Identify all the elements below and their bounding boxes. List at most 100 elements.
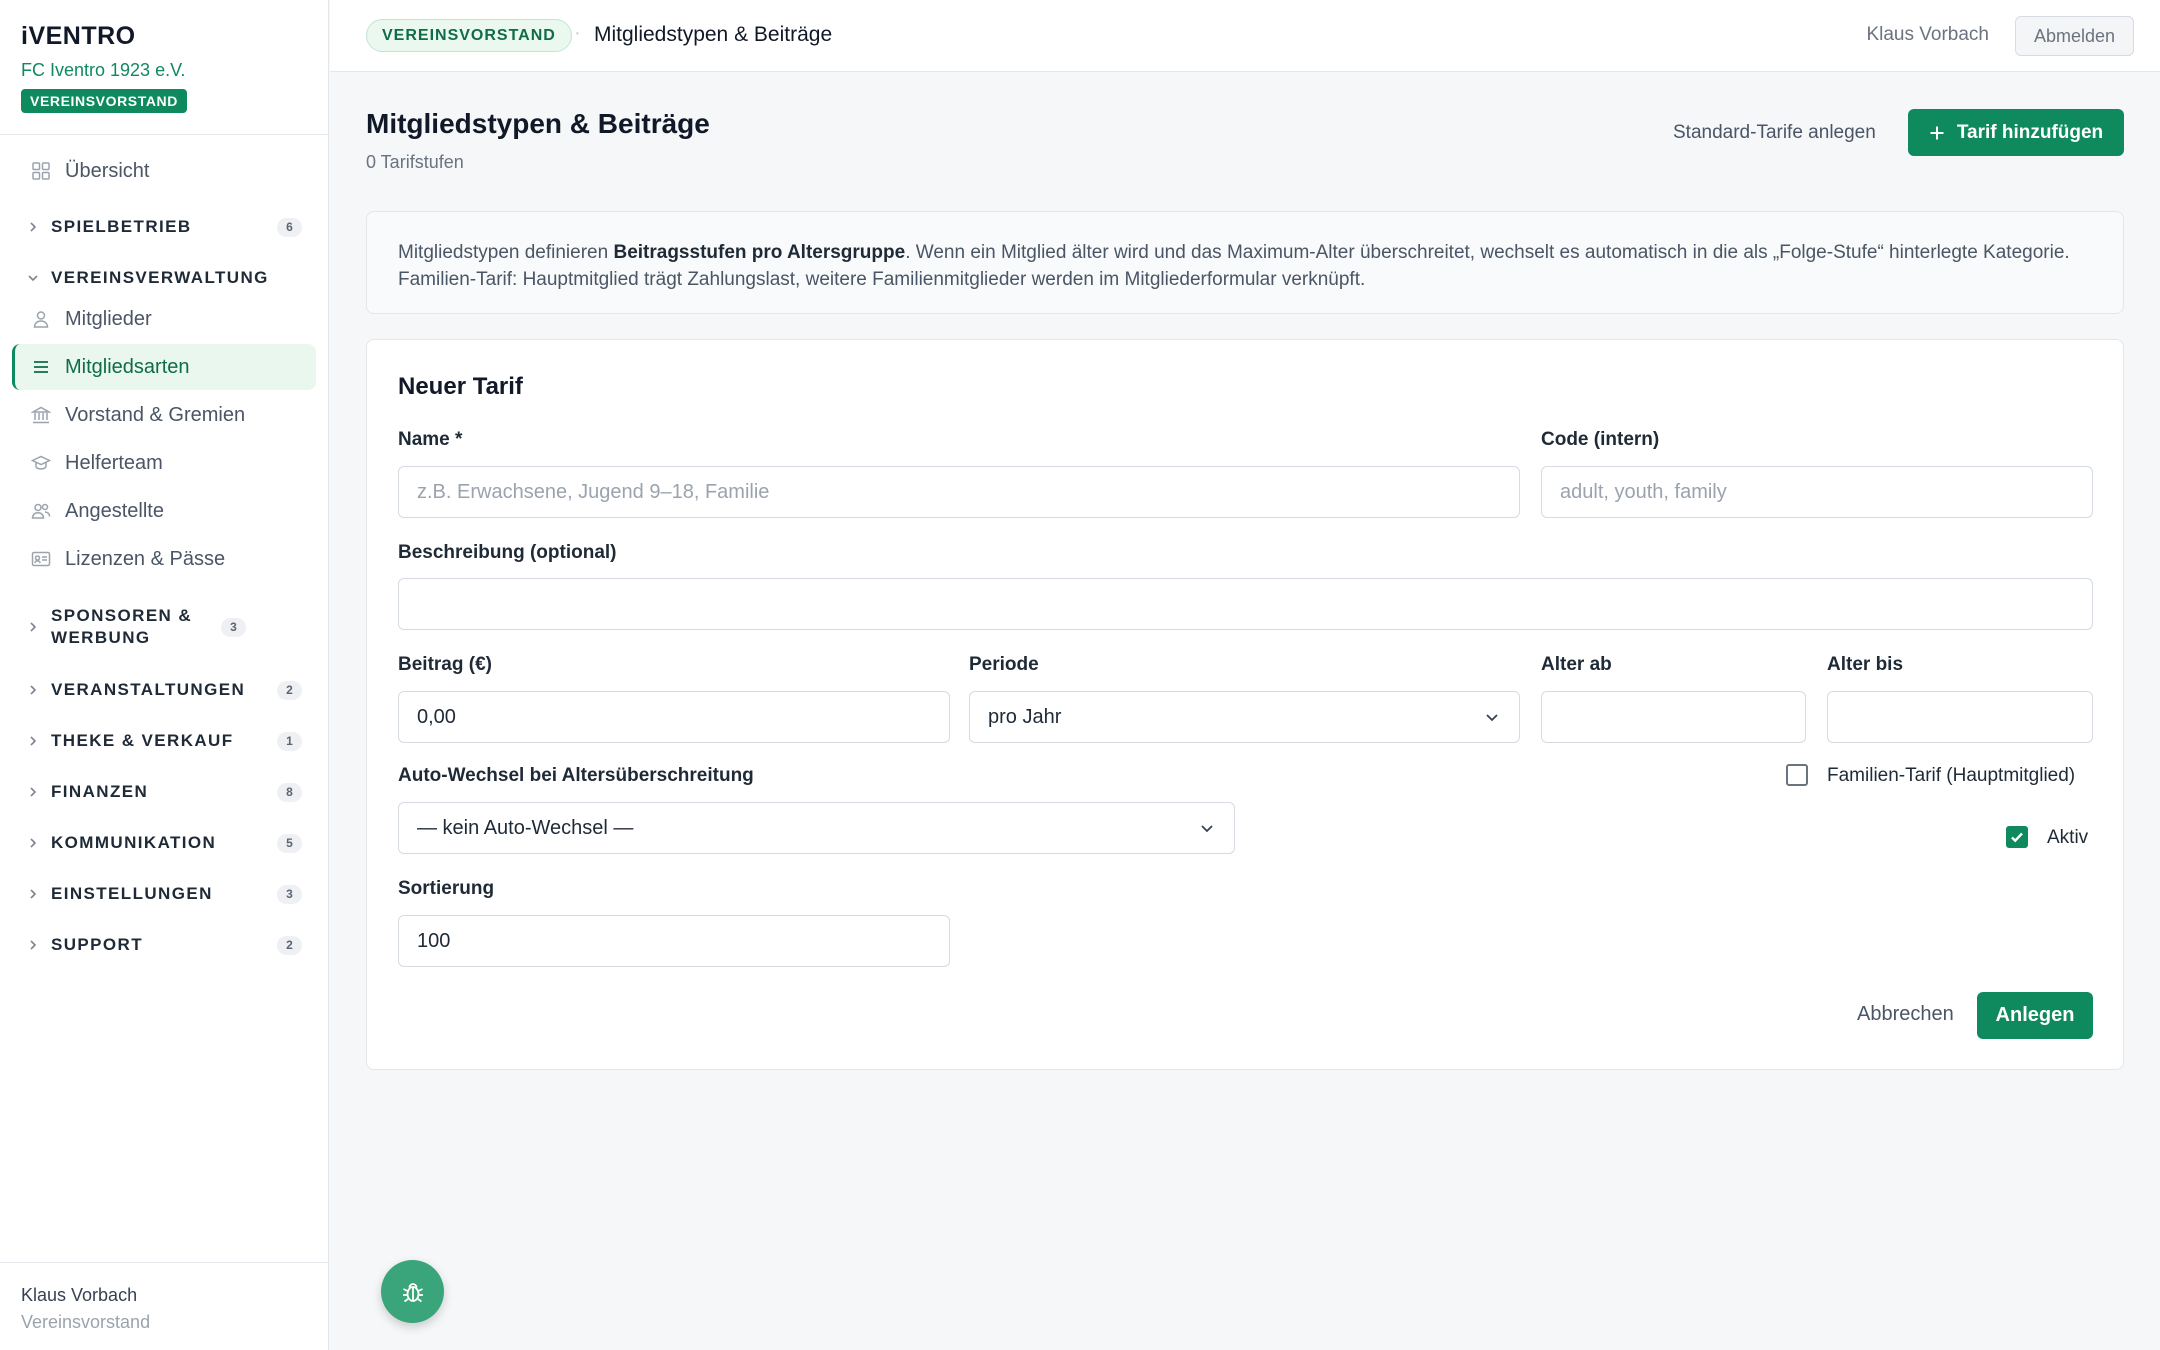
chevron-down-icon	[1483, 708, 1501, 726]
code-input[interactable]: adult, youth, family	[1541, 466, 2093, 518]
sidebar-item-mitgliedsarten[interactable]: Mitgliedsarten	[12, 344, 316, 390]
section-label: EINSTELLUNGEN	[51, 884, 213, 903]
age-from-input[interactable]	[1541, 691, 1806, 743]
sidebar-section-sponsoren-werbung[interactable]: SPONSOREN & WERBUNG 3	[26, 605, 302, 649]
chevron-right-icon	[26, 734, 40, 748]
section-count-badge: 1	[277, 731, 302, 751]
sidebar-user-footer: Klaus Vorbach Vereinsvorstand	[0, 1262, 329, 1350]
new-tariff-form: Neuer Tarif Name * z.B. Erwachsene, Juge…	[366, 339, 2124, 1070]
chevron-down-icon	[1198, 819, 1216, 837]
period-select[interactable]: pro Jahr	[969, 691, 1520, 743]
sidebar-item-vorstand-gremien[interactable]: Vorstand & Gremien	[12, 392, 316, 438]
sort-label: Sortierung	[398, 878, 495, 899]
section-count-badge: 8	[277, 782, 302, 802]
fee-input[interactable]: 0,00	[398, 691, 950, 743]
role-badge: VEREINSVORSTAND	[21, 89, 187, 113]
bank-icon	[31, 405, 51, 425]
period-select-value: pro Jahr	[988, 705, 1062, 728]
section-count-badge: 2	[277, 935, 302, 955]
sort-input[interactable]: 100	[398, 915, 950, 967]
chevron-right-icon	[26, 938, 40, 952]
section-label: SPIELBETRIEB	[51, 217, 192, 236]
sidebar-section-finanzen[interactable]: FINANZEN 8	[26, 781, 302, 803]
age-to-input[interactable]	[1827, 691, 2093, 743]
auto-switch-label: Auto-Wechsel bei Altersüberschreitung	[398, 765, 754, 786]
sidebar-item-angestellte[interactable]: Angestellte	[12, 488, 316, 534]
description-input[interactable]	[398, 578, 2093, 630]
club-name: FC Iventro 1923 e.V.	[21, 60, 186, 80]
name-input[interactable]: z.B. Erwachsene, Jugend 9–18, Familie	[398, 466, 1520, 518]
auto-switch-select[interactable]: — kein Auto-Wechsel —	[398, 802, 1235, 854]
age-to-label: Alter bis	[1827, 654, 1904, 675]
form-title: Neuer Tarif	[398, 373, 523, 400]
user-icon	[31, 309, 51, 329]
family-tariff-label: Familien-Tarif (Hauptmitglied)	[1827, 765, 2076, 786]
grid-icon	[31, 161, 51, 181]
create-standard-tariffs-button[interactable]: Standard-Tarife anlegen	[1673, 122, 1876, 144]
sidebar-section-support[interactable]: SUPPORT 2	[26, 934, 302, 956]
section-label: VERANSTALTUNGEN	[51, 680, 246, 699]
section-label: KOMMUNIKATION	[51, 833, 217, 852]
period-label: Periode	[969, 654, 1039, 675]
sidebar-user-role: Vereinsvorstand	[21, 1312, 151, 1332]
active-checkbox[interactable]	[2006, 826, 2028, 848]
sidebar-item-overview[interactable]: Übersicht	[12, 148, 316, 194]
section-count-badge: 2	[277, 680, 302, 700]
section-label: FINANZEN	[51, 782, 149, 801]
description-label: Beschreibung (optional)	[398, 542, 617, 563]
section-count-badge: 6	[277, 217, 302, 237]
sidebar-item-helferteam[interactable]: Helferteam	[12, 440, 316, 486]
code-label: Code (intern)	[1541, 429, 1660, 450]
sidebar-user-name: Klaus Vorbach	[21, 1285, 138, 1305]
sidebar-section-spielbetrieb[interactable]: SPIELBETRIEB 6	[26, 216, 302, 238]
age-from-label: Alter ab	[1541, 654, 1612, 675]
sidebar-section-vereinsverwaltung[interactable]: VEREINSVERWALTUNG	[26, 267, 302, 289]
list-icon	[31, 357, 51, 377]
sidebar-item-mitglieder[interactable]: Mitglieder	[12, 296, 316, 342]
chevron-right-icon	[26, 220, 40, 234]
section-label: VEREINSVERWALTUNG	[51, 268, 269, 287]
chevron-right-icon	[26, 785, 40, 799]
logout-button[interactable]: Abmelden	[2015, 16, 2134, 56]
family-tariff-checkbox[interactable]	[1786, 764, 1808, 786]
name-label: Name *	[398, 429, 463, 450]
section-label: SUPPORT	[51, 935, 143, 954]
tariff-count: 0 Tarifstufen	[366, 152, 464, 172]
chevron-right-icon	[26, 620, 40, 634]
section-count-badge: 5	[277, 833, 302, 853]
check-icon	[2011, 832, 2023, 843]
sidebar-item-lizenzen-paesse[interactable]: Lizenzen & Pässe	[12, 536, 316, 582]
sidebar-section-theke-verkauf[interactable]: THEKE & VERKAUF 1	[26, 730, 302, 752]
brand-block: iVENTRO FC Iventro 1923 e.V. VEREINSVORS…	[0, 0, 328, 135]
auto-switch-select-value: — kein Auto-Wechsel —	[417, 816, 634, 839]
breadcrumb-separator: ·	[574, 22, 581, 44]
sidebar-item-label: Übersicht	[65, 159, 150, 182]
info-text-part1: Mitgliedstypen definieren	[398, 242, 614, 263]
sidebar-section-kommunikation[interactable]: KOMMUNIKATION 5	[26, 832, 302, 854]
users-icon	[31, 501, 51, 521]
sidebar: iVENTRO FC Iventro 1923 e.V. VEREINSVORS…	[0, 0, 329, 1350]
id-card-icon	[31, 549, 51, 569]
sidebar-item-label: Mitglieder	[65, 307, 152, 330]
breadcrumb-current-page: Mitgliedstypen & Beiträge	[594, 23, 833, 46]
active-label: Aktiv	[2047, 827, 2089, 848]
sidebar-item-label: Vorstand & Gremien	[65, 403, 246, 426]
add-tariff-button[interactable]: Tarif hinzufügen	[1908, 109, 2124, 156]
section-count-badge: 3	[221, 617, 246, 637]
plus-icon	[1929, 125, 1945, 141]
chevron-right-icon	[26, 683, 40, 697]
app-logo[interactable]: iVENTRO	[21, 22, 328, 51]
cancel-button[interactable]: Abbrechen	[1857, 1003, 1954, 1026]
sidebar-section-veranstaltungen[interactable]: VERANSTALTUNGEN 2	[26, 679, 302, 701]
graduation-cap-icon	[31, 453, 51, 473]
create-button[interactable]: Anlegen	[1977, 992, 2093, 1039]
section-label: SPONSOREN & WERBUNG	[51, 606, 193, 647]
bug-report-button[interactable]	[381, 1260, 444, 1323]
sidebar-section-einstellungen[interactable]: EINSTELLUNGEN 3	[26, 883, 302, 905]
chevron-right-icon	[26, 836, 40, 850]
chevron-right-icon	[26, 887, 40, 901]
sidebar-item-label: Mitgliedsarten	[65, 355, 190, 378]
breadcrumb-role-badge: VEREINSVORSTAND	[366, 19, 572, 52]
section-count-badge: 3	[277, 884, 302, 904]
topbar: VEREINSVORSTAND · Mitgliedstypen & Beitr…	[330, 0, 2160, 72]
